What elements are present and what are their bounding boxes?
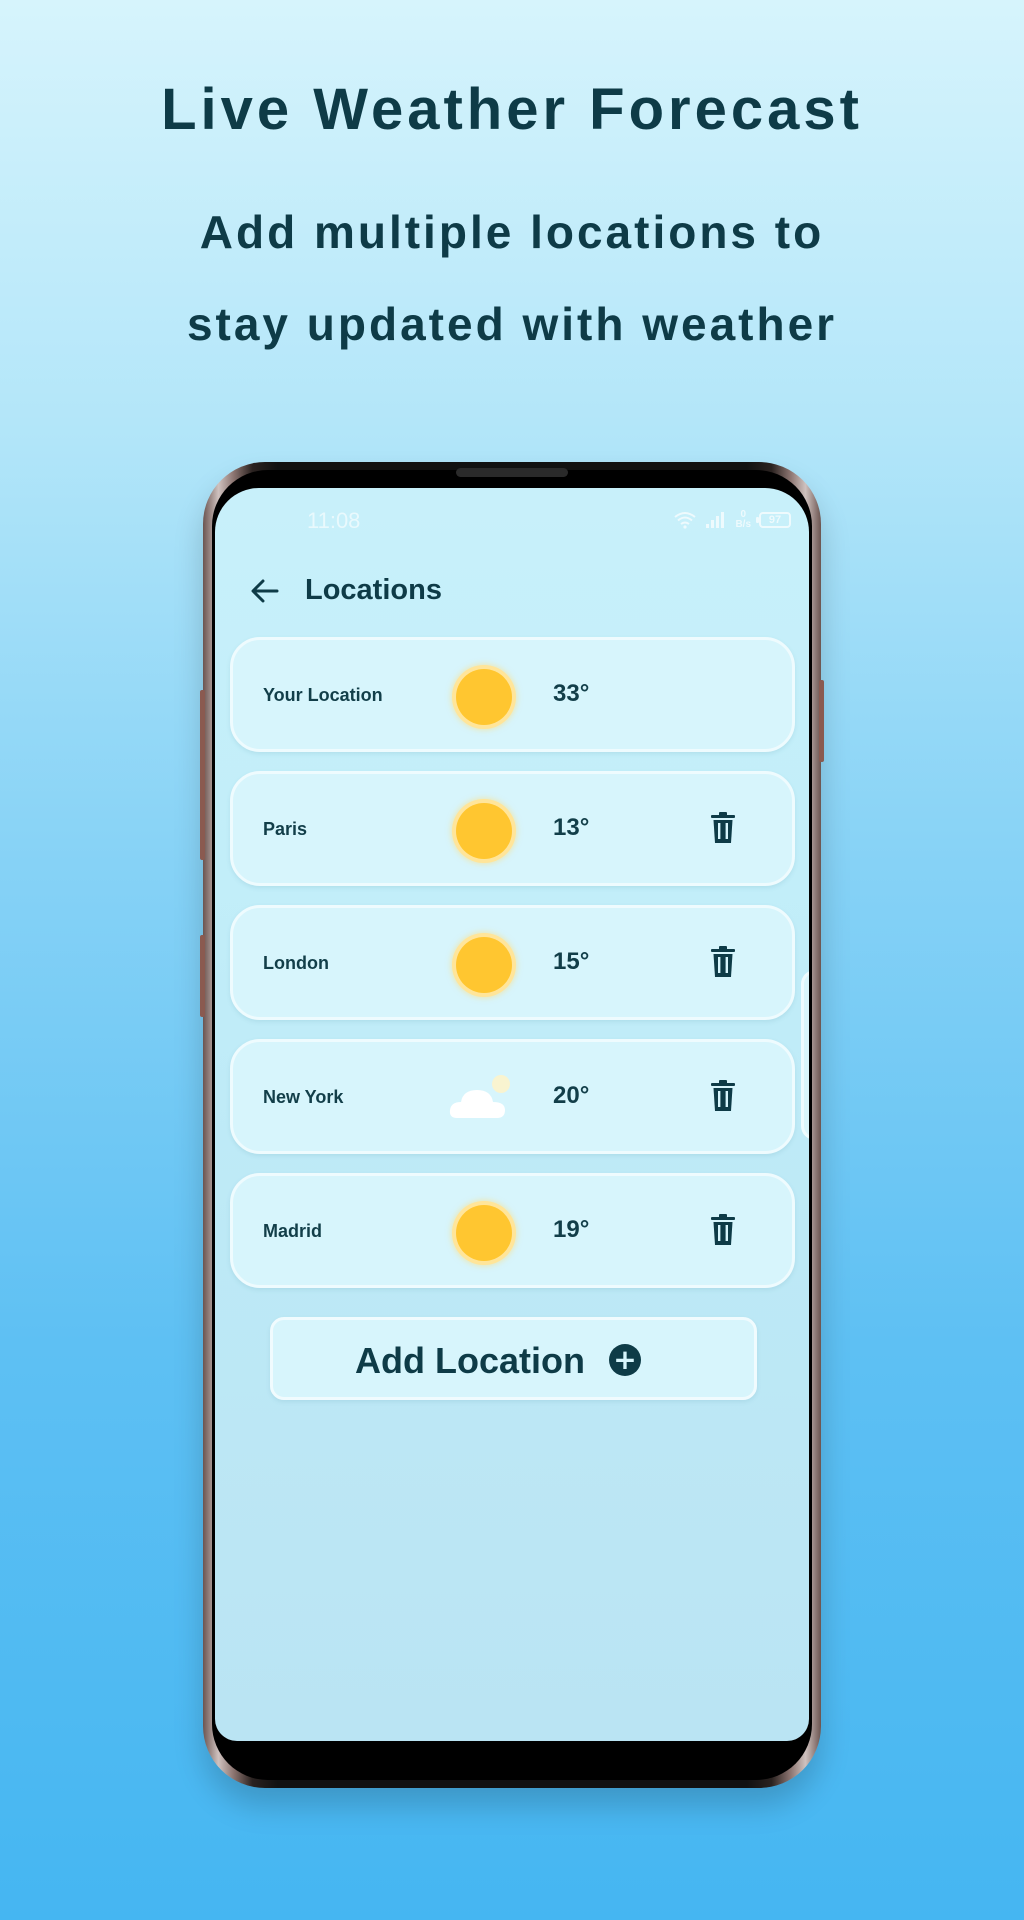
signal-icon [706, 512, 725, 528]
location-card-new-york[interactable]: New York 20° [230, 1039, 795, 1154]
battery-level: 97 [768, 514, 782, 526]
sun-icon [453, 666, 515, 728]
earpiece-speaker [456, 468, 568, 477]
sun-icon [453, 934, 515, 996]
location-name: Madrid [263, 1221, 323, 1241]
side-panel-handle[interactable] [801, 970, 809, 1140]
trash-icon[interactable] [711, 1080, 735, 1112]
add-location-button[interactable]: Add Location + [270, 1317, 757, 1400]
trash-icon[interactable] [711, 812, 735, 844]
location-name: Your Location [263, 685, 383, 705]
location-name: New York [263, 1087, 344, 1107]
location-name: Paris [263, 819, 308, 839]
location-temp: 19° [553, 1216, 590, 1243]
add-location-label: Add Location [355, 1340, 585, 1381]
power-button-left [200, 935, 205, 1017]
trash-icon[interactable] [711, 1214, 735, 1246]
wifi-icon [674, 512, 697, 529]
location-name: London [263, 953, 329, 973]
network-speed-unit: B/s [735, 519, 751, 530]
side-button-right [819, 680, 824, 762]
promo-title: Live Weather Forecast [161, 77, 863, 142]
arrow-left-icon[interactable] [249, 575, 281, 607]
plus-circle-icon: + [609, 1344, 641, 1376]
location-temp: 20° [553, 1082, 590, 1109]
location-temp: 15° [553, 948, 590, 975]
trash-icon[interactable] [711, 946, 735, 978]
location-temp: 33° [553, 680, 590, 707]
network-speed: 0 B/s [735, 510, 751, 530]
location-card-your-location[interactable]: Your Location 33° [230, 637, 795, 752]
page-title: Locations [305, 574, 442, 606]
app-screen: 11:08 0 B/s 97 Locations Your Location 3… [215, 488, 809, 1741]
status-time: 11:08 [307, 508, 361, 533]
location-card-madrid[interactable]: Madrid 19° [230, 1173, 795, 1288]
promo-subtitle-line-2: stay updated with weather [186, 298, 838, 350]
sun-icon [453, 1202, 515, 1264]
promo-subtitle-line-1: Add multiple locations to [199, 206, 825, 258]
cloud-icon [449, 1075, 510, 1118]
volume-button [200, 690, 205, 860]
app-bar: Locations [249, 574, 442, 607]
location-card-london[interactable]: London 15° [230, 905, 795, 1020]
location-card-paris[interactable]: Paris 13° [230, 771, 795, 886]
status-icons: 0 B/s 97 [673, 510, 791, 530]
location-temp: 13° [553, 814, 590, 841]
sun-icon [453, 800, 515, 862]
battery-icon: 97 [756, 512, 791, 528]
